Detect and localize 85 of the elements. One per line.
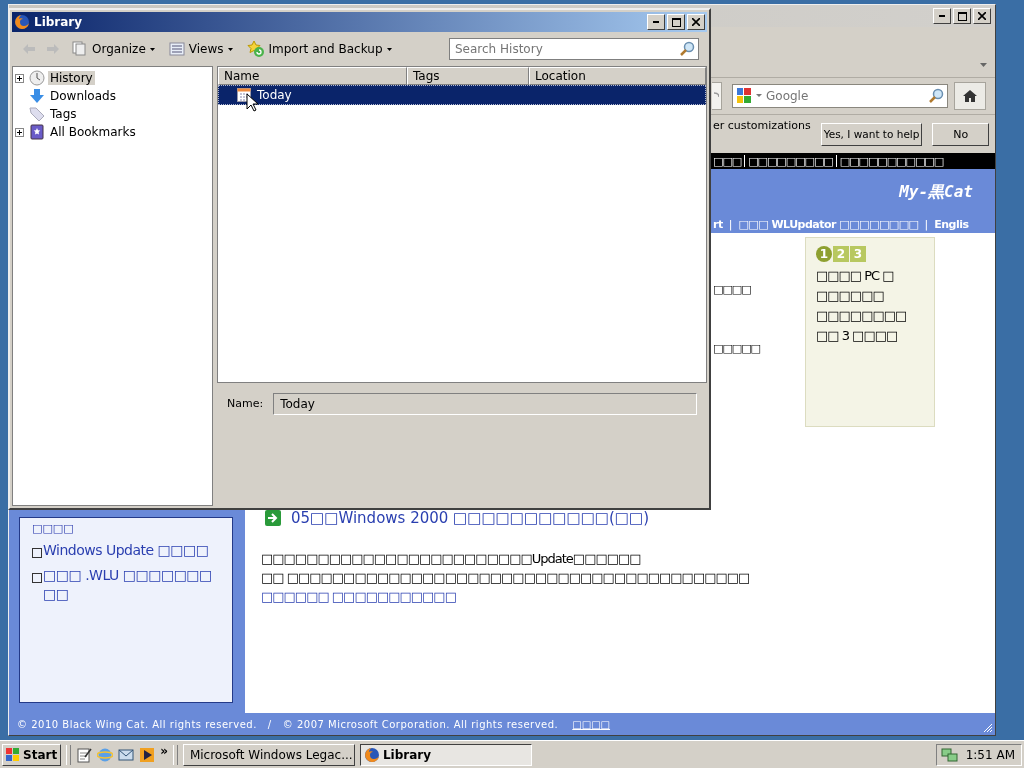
home-button[interactable] xyxy=(954,82,986,110)
box-text: □□□□□□□□ xyxy=(816,307,908,325)
minimize-button[interactable] xyxy=(647,14,665,30)
notification-button[interactable]: Yes, I want to help xyxy=(820,122,923,146)
copyright-text: © 2010 Black Wing Cat. All rights reserved. / © 2007 Microsoft Corporation. All rights reserved. xyxy=(17,718,559,730)
more-chevron[interactable]: » xyxy=(160,743,168,758)
page-text: □□□□ xyxy=(713,283,752,296)
top-link[interactable]: □□□□□□□□□ xyxy=(748,154,833,168)
taskbar-button[interactable]: Library xyxy=(359,743,532,766)
maximize-icon xyxy=(671,17,681,27)
top-link[interactable]: □□□□□□□□□□□ xyxy=(839,154,944,168)
top-link[interactable]: □□□ xyxy=(713,154,742,168)
close-button[interactable] xyxy=(687,14,705,30)
paragraph-line: □□□□□□ □□□□□□□□□□□ xyxy=(261,588,457,606)
column-header[interactable]: Location xyxy=(529,67,706,85)
arrow-icon xyxy=(265,510,281,526)
article-title[interactable]: 05□□Windows 2000 □□□□□□□□□□□(□□) xyxy=(291,509,650,527)
square-icon xyxy=(32,573,42,583)
caret-icon xyxy=(149,47,155,51)
browser-logo-icon xyxy=(14,14,30,30)
notification-text: er customizations xyxy=(713,119,811,132)
paragraph-line: □□ □□□□□□□□□□□□□□□□□□□□□□□□□□□□□□□□□□□□□□□□□ xyxy=(261,569,751,587)
caret-icon xyxy=(227,47,233,51)
maximize-button[interactable] xyxy=(953,8,971,24)
tree-item[interactable]: Downloads xyxy=(48,89,118,103)
tree-item[interactable]: History xyxy=(48,71,95,85)
field-label: Name: xyxy=(227,397,264,410)
list-icon xyxy=(168,41,185,57)
taskbar-button[interactable]: Microsoft Windows Legac... xyxy=(182,743,355,766)
toolbar-menu-button[interactable]: Views xyxy=(166,41,235,57)
page-text: □□□□□ xyxy=(713,342,761,355)
notepad-icon[interactable] xyxy=(76,746,93,763)
star-refresh-icon xyxy=(246,40,265,58)
clock: 1:51 AM xyxy=(965,747,1015,762)
dropdown-arrow-icon[interactable] xyxy=(980,63,987,67)
expand-icon[interactable] xyxy=(15,127,24,137)
windows-flag-icon xyxy=(6,748,20,761)
tree-item[interactable]: Tags xyxy=(48,107,79,121)
book-icon xyxy=(29,124,45,140)
nav-separator: | xyxy=(924,217,929,231)
pages-icon xyxy=(72,41,88,57)
close-icon xyxy=(978,12,986,20)
play-icon[interactable] xyxy=(139,746,156,763)
caret-icon xyxy=(386,47,392,51)
search-engine-icon[interactable] xyxy=(736,87,762,105)
close-button[interactable] xyxy=(973,8,991,24)
toolbar-menu-button[interactable]: Organize xyxy=(70,41,157,57)
minimize-icon xyxy=(939,15,945,17)
box-text: □□□□ PC □ xyxy=(816,267,895,285)
sidebar-link[interactable]: Windows Update □□□□ xyxy=(43,541,209,560)
tree-item[interactable]: All Bookmarks xyxy=(48,125,138,139)
paragraph-line: □□□□□□□□□□□□□□□□□□□□□□□□Update□□□□□□ xyxy=(261,550,642,568)
expand-icon[interactable] xyxy=(15,73,24,83)
minimize-button[interactable] xyxy=(933,8,951,24)
window-title: Library xyxy=(34,15,83,29)
box-text: □□□□□□ xyxy=(816,287,885,305)
search-icon[interactable] xyxy=(928,88,944,104)
search-field[interactable]: Google xyxy=(732,84,948,108)
box-text: □□ 3 □□□□ xyxy=(816,327,899,345)
home-icon xyxy=(962,89,978,103)
search-icon[interactable] xyxy=(679,41,695,57)
column-header[interactable]: Name xyxy=(218,67,407,85)
clock-icon xyxy=(29,70,45,86)
browser-logo-icon xyxy=(363,746,380,763)
tag-icon xyxy=(29,106,45,122)
envelope-icon[interactable] xyxy=(118,746,135,763)
close-icon xyxy=(692,18,700,26)
nav-separator: | xyxy=(728,217,733,231)
sidebar-text: □□□□ xyxy=(32,522,75,535)
history-row[interactable]: Today xyxy=(218,85,706,105)
minimize-icon xyxy=(653,21,659,23)
column-header[interactable]: Tags xyxy=(407,67,529,85)
maximize-button[interactable] xyxy=(667,14,685,30)
square-icon xyxy=(32,548,42,558)
network-icon[interactable] xyxy=(941,746,959,763)
sidebar-link[interactable]: □□□ .WLU □□□□□□□□□ xyxy=(43,566,220,604)
resize-grip-icon[interactable] xyxy=(983,723,993,733)
search-field[interactable]: Search History xyxy=(449,38,699,60)
name-field[interactable]: Today xyxy=(273,393,697,415)
row-name: Today xyxy=(257,88,292,102)
start-button[interactable]: Start xyxy=(2,743,62,766)
notification-button[interactable]: No xyxy=(932,122,989,146)
maximize-icon xyxy=(957,11,967,21)
download-arrow-icon xyxy=(29,88,45,104)
toolbar-menu-button[interactable]: Import and Backup xyxy=(244,40,394,58)
